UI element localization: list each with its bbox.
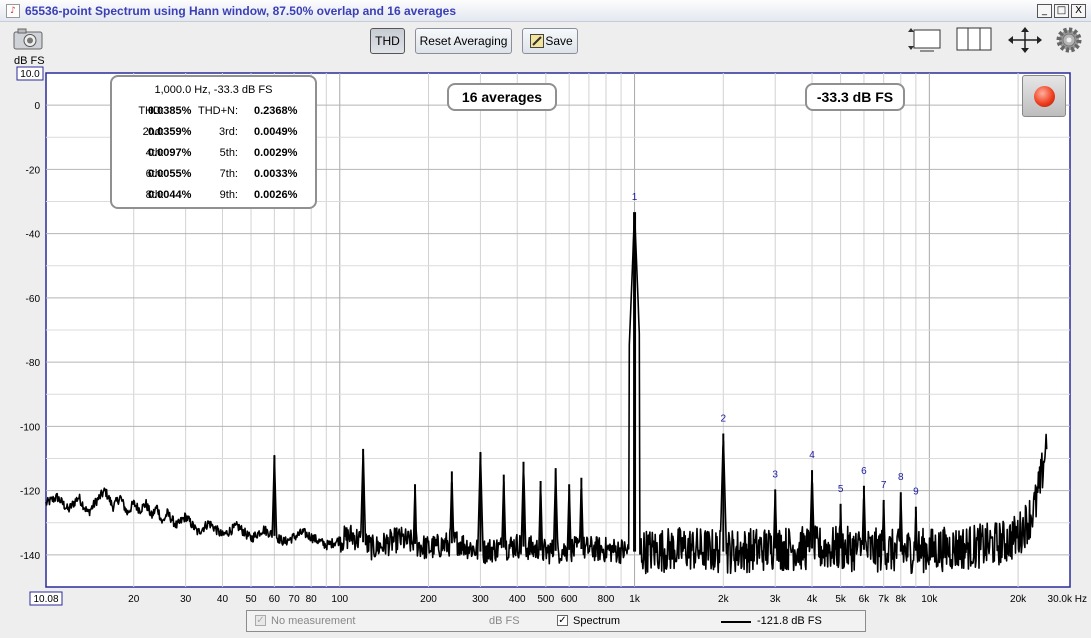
x-tick-label: 400 [509,594,526,605]
harmonic-marker-label: 2 [721,413,727,424]
thd-value-left: 0.0055% [148,168,192,180]
y-tick-label: -120 [20,487,40,498]
no-measurement-unit: dB FS [489,615,520,627]
x-tick-label: 80 [306,594,318,605]
x-left-value: 10.08 [33,594,58,605]
x-tick-label: 1k [629,594,641,605]
thd-value-right: 0.0049% [254,126,298,138]
thd-key-right: 3rd: [219,126,238,138]
x-tick-label: 2k [718,594,730,605]
x-tick-label: 5k [835,594,847,605]
harmonic-marker-label: 3 [772,469,778,480]
x-tick-label: 8k [896,594,908,605]
harmonic-marker-label: 6 [861,466,867,477]
harmonic-marker-label: 7 [881,480,887,491]
thd-row: 8th: 0.0044% 9th: 0.0026% [112,189,315,203]
spectrum-value: -121.8 dB FS [757,615,822,627]
thd-header: 1,000.0 Hz, -33.3 dB FS [154,84,273,96]
x-tick-label: 500 [537,594,554,605]
thd-key-right: 7th: [219,168,238,180]
thd-key-right: 9th: [219,189,238,201]
averages-badge: 16 averages [447,83,557,111]
no-measurement-label: No measurement [271,615,356,627]
thd-key-right: THD+N: [198,105,239,117]
thd-value-right: 0.0026% [254,189,298,201]
x-tick-label: 20k [1010,594,1027,605]
x-tick-label: 300 [472,594,489,605]
harmonic-marker-label: 4 [809,450,815,461]
harmonic-marker-label: 1 [632,192,638,203]
y-tick-label: 0 [34,101,40,112]
thd-value-left: 0.0385% [148,105,192,117]
thd-value-right: 0.0029% [254,147,298,159]
x-tick-label: 3k [770,594,782,605]
thd-value-left: 0.0359% [148,126,192,138]
y-tick-label: -100 [20,422,40,433]
x-tick-label: 6k [859,594,871,605]
x-tick-label: 40 [217,594,229,605]
thd-value-right: 0.0033% [254,168,298,180]
x-tick-label: 600 [561,594,578,605]
thd-value-left: 0.0097% [148,147,192,159]
spectrum-line-swatch [721,621,751,623]
x-tick-label: 20 [128,594,140,605]
harmonic-marker-label: 5 [838,484,844,495]
x-tick-label: 60 [269,594,281,605]
thd-row: 6th: 0.0055% 7th: 0.0033% [112,168,315,182]
harmonic-marker-label: 8 [898,472,904,483]
thd-results-panel: 1,000.0 Hz, -33.3 dB FS THD: 0.0385% THD+N… [110,75,317,209]
x-tick-label: 10k [921,594,938,605]
thd-value-right: 0.2368% [254,105,298,117]
thd-row: THD: 0.0385% THD+N: 0.2368% [112,105,315,119]
x-tick-label: 50 [245,594,257,605]
x-tick-label: 70 [289,594,301,605]
x-tick-label: 800 [598,594,615,605]
y-top-value: 10.0 [20,69,40,80]
y-tick-label: -40 [26,230,41,241]
thd-row: 2nd: 0.0359% 3rd: 0.0049% [112,126,315,140]
x-tick-label: 30.0k Hz [1048,594,1087,605]
record-icon [1034,86,1055,107]
x-tick-label: 30 [180,594,192,605]
x-tick-label: 4k [807,594,819,605]
x-tick-label: 200 [420,594,437,605]
x-tick-label: 100 [331,594,348,605]
x-tick-label: 7k [878,594,890,605]
spectrum-label: Spectrum [573,615,621,627]
thd-value-left: 0.0044% [148,189,192,201]
level-badge: -33.3 dB FS [805,83,905,111]
thd-key-right: 5th: [219,147,238,159]
thd-row: 4th: 0.0097% 5th: 0.0029% [112,147,315,161]
y-tick-label: -20 [26,165,41,176]
spectrum-checkbox[interactable]: ✓ [557,615,568,626]
y-tick-label: -140 [20,551,40,562]
y-tick-label: -60 [26,294,41,305]
record-button[interactable] [1022,75,1066,117]
legend: ✓ No measurement dB FS ✓ Spectrum -121.8… [246,610,866,632]
no-measurement-checkbox[interactable]: ✓ [255,615,266,626]
y-tick-label: -80 [26,358,41,369]
harmonic-marker-label: 9 [913,487,919,498]
